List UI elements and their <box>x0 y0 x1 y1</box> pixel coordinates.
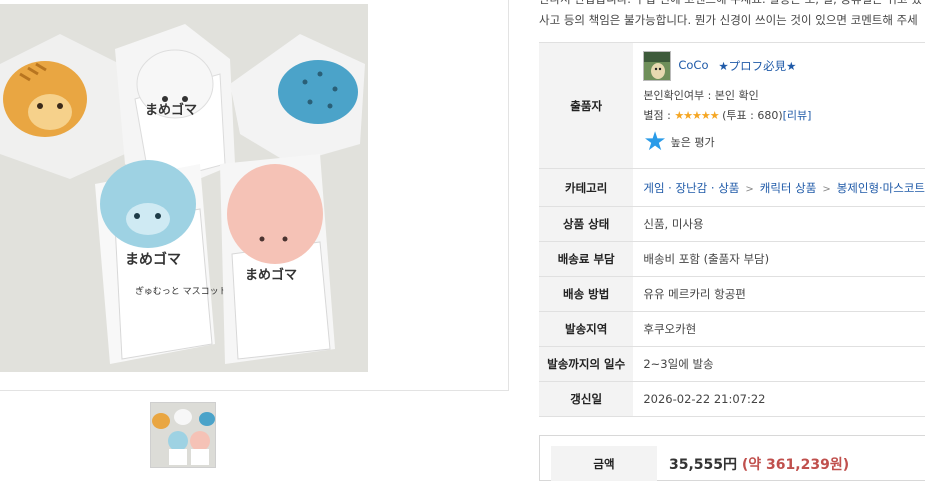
product-photo-illustration: まめゴマ まめゴマ ぎゅむっと マスコット まめゴマ <box>0 4 368 372</box>
thumbnail-image[interactable] <box>150 402 216 468</box>
category-link-1[interactable]: 게임 · 장난감 · 상품 <box>643 181 739 195</box>
blue-star-icon: ★ <box>643 127 667 157</box>
condition-value: 신품, 미사용 <box>633 206 925 242</box>
updated-label: 갱신일 <box>539 381 634 417</box>
avatar-image <box>644 52 671 80</box>
seller-badge: ★ 높은 평가 <box>643 129 714 155</box>
review-link[interactable]: [리뷰] <box>783 109 812 122</box>
category-link-2[interactable]: 캐릭터 상품 <box>760 181 817 195</box>
shipping-method-row: 배송 방법 유유 메르카리 항공편 <box>539 276 925 312</box>
package-text-2: まめゴマ <box>125 251 181 268</box>
category-label: 카테고리 <box>539 168 634 207</box>
rating-stars-icon: ★★★★★ <box>674 109 719 122</box>
condition-label: 상품 상태 <box>539 206 634 242</box>
shipping-fee-value: 배송비 포함 (출품자 부담) <box>633 241 925 277</box>
seller-label: 출품자 <box>539 42 634 169</box>
ship-from-label: 발송지역 <box>539 311 634 347</box>
updated-value: 2026-02-22 21:07:22 <box>633 381 925 417</box>
rating-votes: (투표 : 680) <box>718 109 783 122</box>
seller-rating: 별점 : ★★★★★ (투표 : 680)[리뷰] <box>643 107 811 123</box>
seller-row: 출품자 CoCo ★プロフ必見★ 본인확인여부 : 본인 확인 별점 : ★★★ <box>539 42 925 169</box>
category-separator-2: > <box>822 183 831 195</box>
price-jpy: 35,555円 <box>669 457 738 473</box>
shipping-method-value: 유유 메르카리 항공편 <box>633 276 925 312</box>
description-line-2: 사고 등의 책임은 불가능합니다. 뭔가 신경이 쓰이는 것이 있으면 코멘트해… <box>539 13 918 27</box>
rating-prefix: 별점 : <box>643 109 675 122</box>
category-separator-1: > <box>745 183 754 195</box>
seller-profile-tag[interactable]: ★プロフ必見★ <box>718 58 796 74</box>
days-to-ship-value: 2~3일에 발송 <box>633 346 925 382</box>
category-cell: 게임 · 장난감 · 상품 > 캐릭터 상품 > 봉제인형·마스코트 <box>633 168 925 207</box>
package-text-3: まめゴマ <box>245 267 297 283</box>
package-text: まめゴマ <box>145 102 197 118</box>
thumbnail-illustration <box>151 403 215 467</box>
description-line-1: 반나서 만갑습니다. 구입 전에 코멘트해 주세요. 발송은 토, 일, 공휴일… <box>539 0 925 10</box>
price-label: 금액 <box>551 446 657 481</box>
category-link-3[interactable]: 봉제인형·마스코트 <box>837 181 925 195</box>
price-box: 금액 35,555円 (약 361,239원) <box>539 435 925 481</box>
updated-row: 갱신일 2026-02-22 21:07:22 <box>539 381 925 417</box>
package-sub-text: ぎゅむっと マスコット <box>135 285 228 297</box>
days-to-ship-row: 발송까지의 일수 2~3일에 발송 <box>539 346 925 382</box>
ship-from-value: 후쿠오카현 <box>633 311 925 347</box>
days-to-ship-label: 발송까지의 일수 <box>539 346 634 382</box>
price-value: 35,555円 (약 361,239원) <box>669 454 849 474</box>
shipping-fee-row: 배송료 부담 배송비 포함 (출품자 부담) <box>539 241 925 277</box>
shipping-method-label: 배송 방법 <box>539 276 634 312</box>
shipping-fee-label: 배송료 부담 <box>539 241 634 277</box>
category-row: 카테고리 게임 · 장난감 · 상품 > 캐릭터 상품 > 봉제인형·마스코트 <box>539 168 925 207</box>
ship-from-row: 발송지역 후쿠오카현 <box>539 311 925 347</box>
badge-label: 높은 평가 <box>670 136 715 149</box>
seller-cell: CoCo ★プロフ必見★ 본인확인여부 : 본인 확인 별점 : ★★★★★ (… <box>633 42 925 169</box>
condition-row: 상품 상태 신품, 미사용 <box>539 206 925 242</box>
main-image-panel: まめゴマ まめゴマ ぎゅむっと マスコット まめゴマ <box>0 0 509 391</box>
seller-name-link[interactable]: CoCo <box>678 58 708 72</box>
item-info-table: 출품자 CoCo ★プロフ必見★ 본인확인여부 : 본인 확인 별점 : ★★★ <box>539 42 925 417</box>
pink-mascot: まめゴマ <box>220 154 335 364</box>
seller-avatar[interactable] <box>643 51 672 81</box>
seller-verification: 본인확인여부 : 본인 확인 <box>643 89 759 102</box>
item-description: 반나서 만갑습니다. 구입 전에 코멘트해 주세요. 발송은 토, 일, 공휴일… <box>539 0 925 40</box>
price-krw: (약 361,239원) <box>737 457 850 473</box>
main-product-photo[interactable]: まめゴマ まめゴマ ぎゅむっと マスコット まめゴマ <box>0 4 368 372</box>
